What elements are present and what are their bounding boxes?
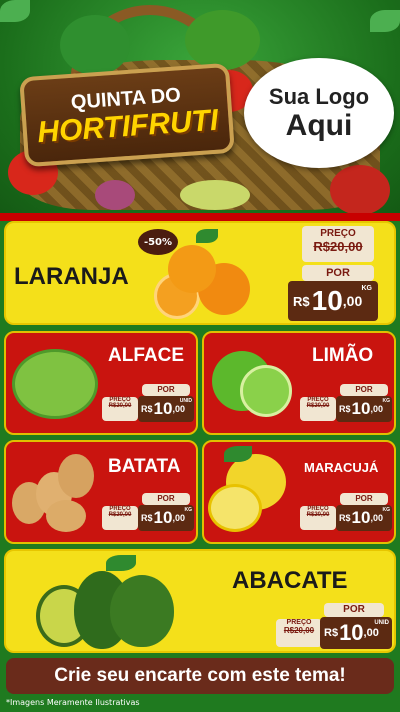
product-name: LARANJA — [14, 263, 129, 290]
product-card-alface[interactable]: ALFACE POR PREÇO R$20,00 R$ 10 ,00 UNID — [4, 331, 198, 435]
price-unit: UNID — [179, 398, 192, 404]
passion-fruit-icon — [208, 484, 262, 532]
leaf-icon — [0, 0, 30, 22]
cta-banner[interactable]: Crie seu encarte com este tema! — [6, 658, 394, 694]
price-int: 10 — [153, 399, 173, 418]
cabbage-icon — [60, 15, 130, 75]
currency: R$ — [141, 513, 153, 523]
price-unit: KG — [361, 285, 373, 292]
logo-line1: Sua Logo — [268, 84, 370, 110]
price-int: 10 — [339, 620, 364, 645]
avocado-icon — [110, 575, 174, 647]
old-price-tag: PREÇO R$20,00 — [102, 506, 138, 530]
old-price: R$20,00 — [108, 512, 132, 518]
price-box: R$ 10 ,00 KG — [336, 505, 392, 531]
price-box: R$ 10 ,00 KG — [138, 505, 194, 531]
price-dec: ,00 — [172, 513, 185, 523]
potato-icon — [46, 500, 86, 532]
price-int: 10 — [311, 285, 343, 316]
price-unit: KG — [184, 507, 193, 513]
price-label: PREÇO — [286, 619, 312, 626]
old-price: R$20,00 — [283, 626, 315, 635]
por-tag: POR — [340, 493, 388, 505]
price-int: 10 — [351, 399, 371, 418]
onion-icon — [95, 180, 135, 210]
currency: R$ — [339, 513, 351, 523]
old-price-tag: PREÇO R$20,00 — [276, 619, 322, 647]
price-box: R$ 10 ,00 UNID — [320, 617, 392, 649]
lettuce-icon — [12, 349, 98, 419]
price-box: R$ 10 ,00 KG — [288, 281, 378, 321]
price-int: 10 — [153, 508, 173, 527]
leaf-icon — [106, 555, 136, 571]
price-box: R$ 10 ,00 KG — [336, 396, 392, 422]
price-dec: ,00 — [342, 293, 363, 309]
apple-icon — [330, 165, 390, 215]
por-tag: POR — [324, 603, 384, 617]
old-price: R$20,00 — [306, 403, 330, 409]
product-name: ABACATE — [232, 567, 348, 594]
price-box: R$ 10 ,00 UNID — [138, 396, 194, 422]
currency: R$ — [293, 293, 310, 309]
product-name: ALFACE — [108, 345, 184, 366]
product-card-limao[interactable]: LIMÃO POR PREÇO R$20,00 R$ 10 ,00 KG — [202, 331, 396, 435]
logo-placeholder[interactable]: Sua Logo Aqui — [244, 58, 394, 168]
logo-line2: Aqui — [285, 109, 353, 143]
product-name: MARACUJÁ — [304, 460, 379, 475]
price-unit: KG — [382, 398, 391, 404]
broccoli-icon — [185, 10, 260, 70]
currency: R$ — [324, 627, 339, 639]
price-dec: ,00 — [370, 513, 383, 523]
por-tag: POR — [142, 493, 190, 505]
leaf-icon — [224, 446, 252, 462]
price-int: 10 — [351, 508, 371, 527]
old-price-tag: PREÇO R$20,00 — [300, 506, 336, 530]
old-price: R$20,00 — [108, 403, 132, 409]
divider-band — [0, 213, 400, 221]
por-tag: POR — [302, 265, 374, 281]
price-unit: KG — [382, 507, 391, 513]
discount-badge: -50% — [138, 229, 178, 255]
currency: R$ — [339, 404, 351, 414]
leaf-icon — [196, 229, 218, 243]
store-title-main: HORTIFRUTI — [36, 103, 220, 149]
old-price-tag: PREÇO R$20,00 — [302, 226, 374, 262]
disclaimer-text: *Imagens Meramente Ilustrativas — [6, 698, 140, 707]
price-unit: UNID — [374, 620, 389, 626]
por-tag: POR — [340, 384, 388, 396]
product-name: LIMÃO — [312, 345, 374, 366]
product-card-laranja[interactable]: LARANJA PREÇO R$20,00 POR R$ 10 ,00 KG — [4, 221, 396, 325]
product-card-batata[interactable]: BATATA POR PREÇO R$20,00 R$ 10 ,00 KG — [4, 440, 198, 544]
price-label: PREÇO — [320, 228, 356, 239]
orange-icon — [168, 245, 216, 293]
product-name: BATATA — [108, 456, 181, 477]
price-dec: ,00 — [172, 404, 185, 414]
por-tag: POR — [142, 384, 190, 396]
store-title-sign: QUINTA DO HORTIFRUTI — [19, 62, 235, 168]
potato-icon — [58, 454, 94, 498]
price-dec: ,00 — [363, 627, 379, 639]
currency: R$ — [141, 404, 153, 414]
old-price-tag: PREÇO R$20,00 — [300, 397, 336, 421]
product-card-maracuja[interactable]: MARACUJÁ POR PREÇO R$20,00 R$ 10 ,00 KG — [202, 440, 396, 544]
price-dec: ,00 — [370, 404, 383, 414]
old-price: R$20,00 — [313, 239, 363, 254]
grape-icon — [180, 180, 250, 210]
leaf-icon — [370, 10, 400, 32]
old-price-tag: PREÇO R$20,00 — [102, 397, 138, 421]
old-price: R$20,00 — [306, 512, 330, 518]
lime-icon — [240, 365, 292, 417]
product-card-abacate[interactable]: ABACATE PREÇO R$20,00 POR R$ 10 ,00 UNID — [4, 549, 396, 653]
header-banner: QUINTA DO HORTIFRUTI Sua Logo Aqui — [0, 0, 400, 215]
